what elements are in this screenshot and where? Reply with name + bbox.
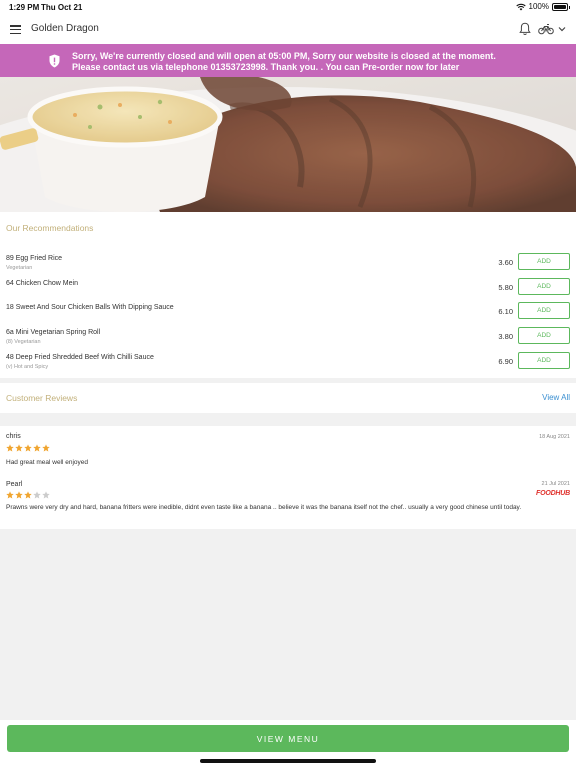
recommendation-item: 48 Deep Fried Shredded Beef With Chilli … — [0, 350, 576, 372]
star-icon — [24, 491, 32, 499]
item-name: 48 Deep Fried Shredded Beef With Chilli … — [6, 354, 154, 361]
item-name: 6a Mini Vegetarian Spring Roll — [6, 329, 101, 336]
item-name: 89 Egg Fried Rice — [6, 255, 63, 262]
recommendation-item: 18 Sweet And Sour Chicken Balls With Dip… — [0, 300, 576, 322]
banner-line-2: Please contact us via telephone 01353723… — [72, 62, 460, 72]
status-right: 100% — [515, 2, 570, 11]
recommendations-title: Our Recommendations — [6, 223, 94, 233]
item-price: 5.80 — [498, 283, 513, 292]
review-date: 21 Jul 2021 — [541, 481, 570, 487]
banner-text: Sorry, We're currently closed and will o… — [72, 51, 496, 73]
add-button[interactable]: ADD — [518, 253, 570, 270]
star-icon — [15, 491, 23, 499]
recommendation-item: 89 Egg Fried Rice Vegetarian 3.60 ADD — [0, 251, 576, 273]
star-icon — [33, 444, 41, 452]
status-bar: 1:29 PM Thu Oct 21 100% — [0, 0, 576, 14]
add-button[interactable]: ADD — [518, 327, 570, 344]
star-icon — [24, 444, 32, 452]
item-price: 6.10 — [498, 307, 513, 316]
review-text: Prawns were very dry and hard, banana fr… — [6, 504, 522, 511]
star-icon — [42, 444, 50, 452]
item-subtitle: (8) Vegetarian — [6, 339, 41, 345]
review-author: Pearl — [6, 481, 23, 488]
foodhub-logo: FOODHUB — [536, 490, 570, 497]
item-price: 6.90 — [498, 357, 513, 366]
star-icon — [33, 491, 41, 499]
item-name: 18 Sweet And Sour Chicken Balls With Dip… — [6, 304, 174, 311]
recommendation-item: 6a Mini Vegetarian Spring Roll (8) Veget… — [0, 325, 576, 347]
star-icon — [42, 491, 50, 499]
closed-notice-banner: Sorry, We're currently closed and will o… — [0, 44, 576, 77]
item-price: 3.60 — [498, 258, 513, 267]
item-name: 64 Chicken Chow Mein — [6, 280, 78, 287]
recommendation-item: 64 Chicken Chow Mein 5.80 ADD — [0, 276, 576, 298]
reviews-list: chris 18 Aug 2021 Had great meal well en… — [0, 426, 576, 529]
bell-icon[interactable] — [519, 22, 531, 36]
reviews-title: Customer Reviews — [6, 393, 78, 403]
chevron-down-icon[interactable] — [558, 25, 566, 33]
add-button[interactable]: ADD — [518, 352, 570, 369]
recommendations-section: Our Recommendations 89 Egg Fried Rice Ve… — [0, 212, 576, 378]
menu-icon[interactable] — [10, 25, 21, 34]
review-author: chris — [6, 433, 21, 440]
star-rating — [6, 444, 50, 452]
add-button[interactable]: ADD — [518, 278, 570, 295]
reviews-header: Customer Reviews View All — [0, 383, 576, 413]
view-all-reviews-link[interactable]: View All — [542, 393, 570, 402]
battery-icon — [552, 2, 570, 11]
review-text: Had great meal well enjoyed — [6, 459, 89, 466]
banner-line-1: Sorry, We're currently closed and will o… — [72, 51, 496, 61]
bike-icon[interactable] — [538, 23, 554, 35]
food-photo — [0, 77, 576, 212]
review-date: 18 Aug 2021 — [539, 434, 570, 440]
battery-fill — [554, 4, 566, 9]
add-button[interactable]: ADD — [518, 302, 570, 319]
app-header: Golden Dragon — [0, 14, 576, 44]
bottom-bar: VIEW MENU — [0, 720, 576, 768]
home-indicator — [200, 759, 376, 763]
star-icon — [6, 444, 14, 452]
view-menu-button[interactable]: VIEW MENU — [7, 725, 569, 752]
restaurant-name: Golden Dragon — [31, 23, 99, 34]
hero-food-image — [0, 77, 576, 212]
status-date: Thu Oct 21 — [41, 3, 83, 12]
star-rating — [6, 491, 50, 499]
star-icon — [15, 444, 23, 452]
item-subtitle: (v) Hot and Spicy — [6, 364, 49, 370]
star-icon — [6, 491, 14, 499]
battery-percent: 100% — [528, 2, 549, 11]
shield-alert-icon — [49, 54, 60, 68]
item-price: 3.80 — [498, 332, 513, 341]
wifi-icon — [515, 3, 526, 10]
status-time: 1:29 PM — [9, 3, 40, 12]
item-subtitle: Vegetarian — [6, 265, 33, 271]
